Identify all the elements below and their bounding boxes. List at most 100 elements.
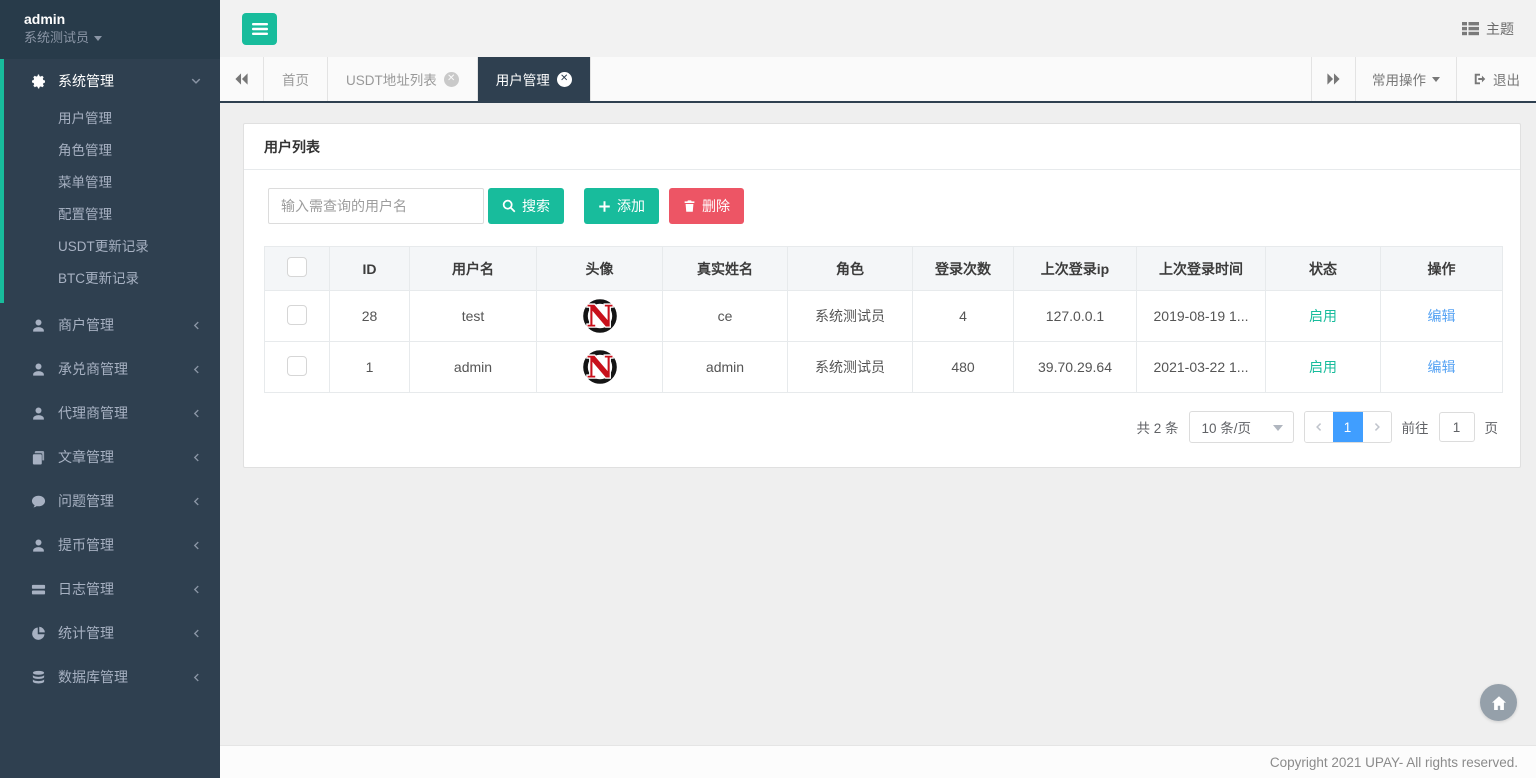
comment-icon [30, 493, 46, 509]
tab-usdt-address-list[interactable]: USDT地址列表 ✕ [328, 57, 478, 101]
sidebar-item-log-management[interactable]: 日志管理 [0, 567, 220, 611]
tab-bar: 首页 USDT地址列表 ✕ 用户管理 ✕ 常用操作 退出 [220, 57, 1536, 103]
row-checkbox[interactable] [287, 305, 307, 325]
chevron-left-icon [191, 584, 202, 595]
page-size-select[interactable]: 10 条/页 [1189, 411, 1294, 443]
sidebar-toggle-button[interactable] [242, 13, 277, 45]
tabs-scroll-right-button[interactable] [1311, 57, 1355, 101]
panel-title: 用户列表 [244, 124, 1520, 170]
svg-text:N: N [586, 351, 613, 386]
sidebar-item-usdt-records[interactable]: USDT更新记录 [4, 231, 220, 263]
theme-switcher[interactable]: 主题 [1462, 19, 1514, 39]
tab-home[interactable]: 首页 [264, 57, 328, 101]
sidebar-item-merchant-management[interactable]: 商户管理 [0, 303, 220, 347]
col-header-id: ID [330, 247, 410, 291]
table-row: 1 admin N admin 系统测试员 4 [265, 342, 1503, 393]
trash-icon [683, 199, 696, 213]
edit-link[interactable]: 编辑 [1428, 359, 1456, 375]
sidebar-item-label: 数据库管理 [58, 667, 191, 687]
cell-id: 28 [330, 291, 410, 342]
close-icon[interactable]: ✕ [557, 72, 572, 87]
common-actions-label: 常用操作 [1372, 69, 1426, 89]
sidebar-item-withdrawal-management[interactable]: 提币管理 [0, 523, 220, 567]
goto-label: 前往 [1402, 417, 1429, 437]
next-page-button[interactable] [1363, 412, 1391, 442]
col-header-status: 状态 [1266, 247, 1381, 291]
col-header-login-count: 登录次数 [913, 247, 1014, 291]
cell-last-ip: 39.70.29.64 [1014, 342, 1137, 393]
sidebar-item-agent-management[interactable]: 代理商管理 [0, 391, 220, 435]
pie-chart-icon [30, 625, 46, 641]
topbar: 主题 [220, 0, 1536, 57]
search-button[interactable]: 搜索 [488, 188, 564, 224]
sidebar-item-acceptor-management[interactable]: 承兑商管理 [0, 347, 220, 391]
select-all-checkbox[interactable] [287, 257, 307, 277]
users-table: ID 用户名 头像 真实姓名 角色 登录次数 上次登录ip 上次登录时间 状态 … [264, 246, 1503, 393]
page-number-1[interactable]: 1 [1333, 412, 1363, 442]
status-toggle[interactable]: 启用 [1309, 359, 1337, 375]
col-header-realname: 真实姓名 [663, 247, 788, 291]
user-icon [30, 405, 46, 421]
sidebar-item-database-management[interactable]: 数据库管理 [0, 655, 220, 699]
goto-page-input[interactable] [1439, 412, 1475, 442]
sidebar-item-label: 问题管理 [58, 491, 191, 511]
search-input[interactable] [268, 188, 484, 224]
chevron-left-icon [191, 320, 202, 331]
avatar: N [581, 297, 619, 335]
edit-link[interactable]: 编辑 [1428, 308, 1456, 324]
sidebar-user-role-dropdown[interactable]: 系统测试员 [24, 29, 204, 47]
cell-username: admin [410, 342, 537, 393]
cell-avatar: N [537, 342, 663, 393]
cell-realname: admin [663, 342, 788, 393]
chevron-left-icon [191, 452, 202, 463]
col-header-role: 角色 [788, 247, 913, 291]
chevron-right-icon [1372, 421, 1382, 433]
sidebar-item-label: 系统管理 [58, 71, 190, 91]
sidebar-item-menu-management[interactable]: 菜单管理 [4, 167, 220, 199]
table-row: 28 test N ce 系统测试员 4 [265, 291, 1503, 342]
status-toggle[interactable]: 启用 [1309, 308, 1337, 324]
tabs-scroll-left-button[interactable] [220, 57, 264, 101]
tab-user-management[interactable]: 用户管理 ✕ [478, 57, 591, 101]
add-button[interactable]: 添加 [584, 188, 659, 224]
files-icon [30, 449, 46, 465]
sidebar-user-role-label: 系统测试员 [24, 29, 89, 47]
sidebar-group-system: 系统管理 用户管理 角色管理 菜单管理 配置管理 USDT更新记录 BTC更新记… [0, 59, 220, 303]
pagination: 共 2 条 10 条/页 1 [264, 411, 1498, 443]
delete-button[interactable]: 删除 [669, 188, 744, 224]
add-button-label: 添加 [617, 196, 645, 216]
sidebar-item-role-management[interactable]: 角色管理 [4, 135, 220, 167]
back-to-home-button[interactable] [1480, 684, 1517, 721]
sidebar-item-statistics-management[interactable]: 统计管理 [0, 611, 220, 655]
row-checkbox[interactable] [287, 356, 307, 376]
cell-realname: ce [663, 291, 788, 342]
common-actions-dropdown[interactable]: 常用操作 [1355, 57, 1456, 101]
log-list-icon [30, 581, 46, 597]
chevron-left-icon [191, 364, 202, 375]
sidebar-item-user-management[interactable]: 用户管理 [4, 103, 220, 135]
chevron-down-icon [190, 75, 202, 87]
logout-button[interactable]: 退出 [1456, 57, 1536, 101]
sidebar-item-config-management[interactable]: 配置管理 [4, 199, 220, 231]
sidebar-item-question-management[interactable]: 问题管理 [0, 479, 220, 523]
sidebar-submenu-system: 用户管理 角色管理 菜单管理 配置管理 USDT更新记录 BTC更新记录 [4, 103, 220, 303]
sidebar-item-btc-records[interactable]: BTC更新记录 [4, 263, 220, 295]
sidebar-item-label: 文章管理 [58, 447, 191, 467]
tab-label: 用户管理 [496, 69, 550, 89]
close-icon[interactable]: ✕ [444, 72, 459, 87]
svg-text:N: N [586, 300, 613, 335]
main-area: 主题 首页 USDT地址列表 ✕ 用户管理 ✕ 常用操作 [220, 0, 1536, 778]
chevron-left-icon [1314, 421, 1324, 433]
pager: 1 [1304, 411, 1392, 443]
logout-label: 退出 [1493, 69, 1520, 89]
chevron-left-icon [191, 540, 202, 551]
sidebar-item-system-management[interactable]: 系统管理 [4, 59, 220, 103]
cell-last-time: 2019-08-19 1... [1137, 291, 1266, 342]
prev-page-button[interactable] [1305, 412, 1333, 442]
sidebar-item-article-management[interactable]: 文章管理 [0, 435, 220, 479]
sidebar-menu: 系统管理 用户管理 角色管理 菜单管理 配置管理 USDT更新记录 BTC更新记… [0, 59, 220, 778]
database-icon [30, 669, 46, 685]
theme-label: 主题 [1486, 19, 1514, 39]
user-list-panel: 用户列表 搜索 添加 删除 [243, 123, 1521, 468]
col-header-last-ip: 上次登录ip [1014, 247, 1137, 291]
